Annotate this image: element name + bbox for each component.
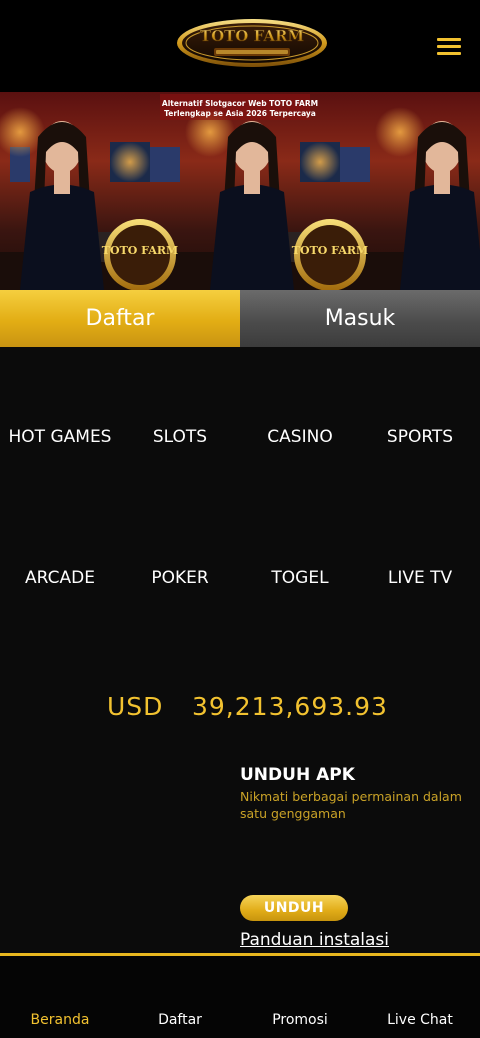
nav-beranda[interactable]: Beranda [0,1012,120,1028]
promo-banner[interactable]: TOTO FARM TOTO FARM Alternatif Slotgacor… [0,92,480,290]
category-poker[interactable]: POKER [120,566,240,591]
category-hot-games[interactable]: HOT GAMES [0,425,120,450]
apk-title: UNDUH APK [240,765,355,785]
category-casino[interactable]: CASINO [240,425,360,450]
auth-buttons: Daftar Masuk [0,290,480,347]
bottom-navigation: Beranda Daftar Promosi Live Chat [0,956,480,1038]
top-header: TOTO FARM [0,0,480,92]
nav-promosi[interactable]: Promosi [240,1012,360,1028]
apk-description: Nikmati berbagai permainan dalam satu ge… [240,789,462,821]
download-apk-button[interactable]: UNDUH [240,895,348,921]
category-sports[interactable]: SPORTS [360,425,480,450]
banner-caption-line2: Terlengkap se Asia 2026 Terpercaya [164,109,316,118]
nav-daftar[interactable]: Daftar [120,1012,240,1028]
category-togel[interactable]: TOGEL [240,566,360,591]
jackpot-counter: USD 39,213,693.93 [0,692,480,732]
login-button[interactable]: Masuk [240,290,480,347]
hamburger-menu-icon[interactable] [437,38,461,56]
category-arcade[interactable]: ARCADE [0,566,120,591]
register-button[interactable]: Daftar [0,290,240,347]
game-categories: HOT GAMES SLOTS CASINO SPORTS ARCADE POK… [0,347,480,627]
jackpot-currency: USD [107,692,164,721]
nav-live-chat[interactable]: Live Chat [360,1012,480,1028]
logo-text: TOTO FARM [200,27,304,45]
jackpot-value: 39,213,693.93 [192,692,388,721]
banner-caption-line1: Alternatif Slotgacor Web TOTO FARM [162,99,318,108]
category-slots[interactable]: SLOTS [120,425,240,450]
banner-logo-text: TOTO FARM [102,244,178,257]
banner-logo-text-2: TOTO FARM [292,244,368,257]
category-live-tv[interactable]: LIVE TV [360,566,480,591]
toto-farm-logo[interactable]: TOTO FARM [176,18,328,68]
install-guide-link[interactable]: Panduan instalasi [240,930,389,950]
